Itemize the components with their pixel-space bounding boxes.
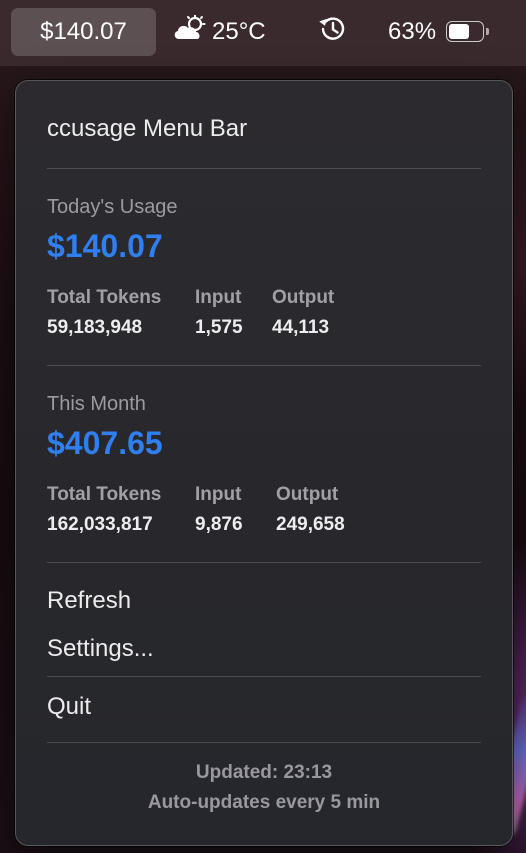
- today-amount: $140.07: [47, 228, 163, 264]
- today-output-header: Output: [272, 287, 335, 308]
- last-updated-text: Updated: 23:13: [195, 762, 333, 783]
- battery-percent: 63%: [388, 18, 437, 45]
- menu-bar: $140.07 25°C 63%: [0, 0, 526, 66]
- weather-temperature: 25°C: [212, 18, 266, 45]
- month-input-header: Input: [195, 484, 242, 505]
- auto-update-interval-text: Auto-updates every 5 min: [147, 792, 381, 813]
- ccusage-status-item[interactable]: $140.07: [11, 8, 156, 56]
- refresh-menu-item[interactable]: Refresh: [47, 587, 131, 615]
- month-amount: $407.65: [47, 425, 163, 461]
- settings-menu-item[interactable]: Settings...: [47, 635, 154, 663]
- time-machine-icon: [317, 15, 349, 50]
- divider: [47, 562, 481, 563]
- month-output-header: Output: [276, 484, 339, 505]
- month-input-value: 9,876: [195, 514, 243, 535]
- today-total-tokens-value: 59,183,948: [47, 317, 143, 338]
- menubar-price: $140.07: [40, 18, 127, 45]
- battery-icon: [446, 20, 490, 44]
- ccusage-dropdown-menu: ccusage Menu Bar Today's Usage $140.07 T…: [15, 80, 513, 846]
- today-output-value: 44,113: [272, 317, 330, 338]
- time-machine-status-item[interactable]: [316, 8, 350, 56]
- month-total-tokens-header: Total Tokens: [47, 484, 162, 505]
- today-input-header: Input: [195, 287, 242, 308]
- month-total-tokens-value: 162,033,817: [47, 514, 153, 535]
- battery-status-item[interactable]: 63%: [388, 8, 490, 56]
- app-title: ccusage Menu Bar: [47, 115, 248, 142]
- cloud-sun-icon: [172, 14, 208, 50]
- month-output-value: 249,658: [276, 514, 345, 535]
- quit-menu-item[interactable]: Quit: [47, 693, 91, 721]
- this-month-label: This Month: [47, 393, 146, 415]
- today-input-value: 1,575: [195, 317, 243, 338]
- divider: [47, 742, 481, 743]
- today-total-tokens-header: Total Tokens: [47, 287, 162, 308]
- divider: [47, 168, 481, 169]
- today-usage-label: Today's Usage: [47, 196, 178, 218]
- divider: [47, 676, 481, 677]
- divider: [47, 365, 481, 366]
- weather-status-item[interactable]: 25°C: [172, 8, 266, 56]
